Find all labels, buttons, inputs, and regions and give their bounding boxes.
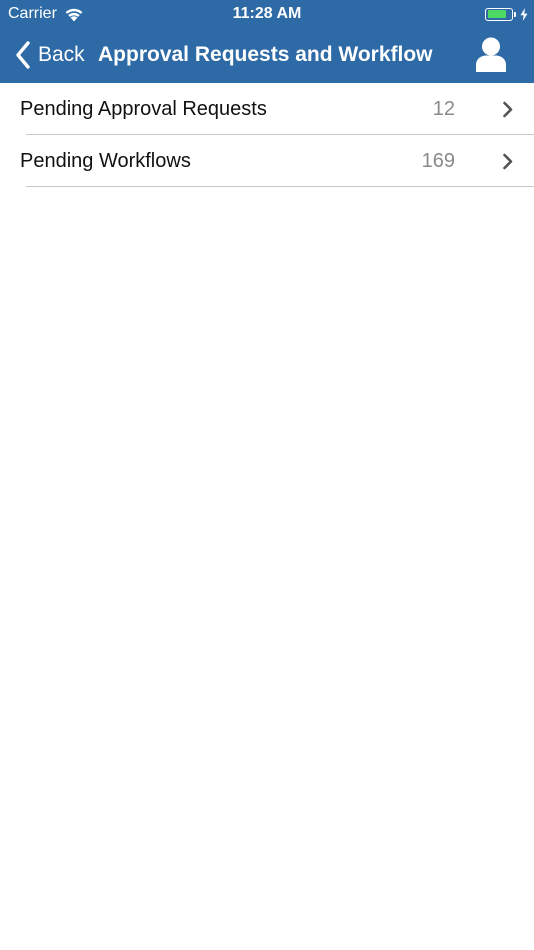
user-icon [476,37,506,72]
list-item-label: Pending Approval Requests [20,98,267,120]
list-item-label: Pending Workflows [20,150,191,172]
row-separator [26,186,534,187]
clock: 11:28 AM [232,5,302,22]
top-bar: Carrier 11:28 AM Back Approval Requests … [0,0,534,83]
list-item-pending-workflows[interactable]: Pending Workflows 169 [0,135,534,187]
profile-button[interactable] [474,36,508,72]
battery-nub [514,11,516,17]
charging-bolt-icon [520,7,528,21]
battery-group [485,5,528,23]
chevron-left-icon [16,41,30,69]
back-label: Back [38,43,85,66]
navigation-bar: Back Approval Requests and Workflow [0,28,534,83]
page-title: Approval Requests and Workflow [98,43,433,66]
list-item-count: 169 [421,150,455,172]
list-item-count: 12 [432,98,455,120]
menu-list: Pending Approval Requests 12 Pending Wor… [0,83,534,187]
chevron-right-icon [503,153,513,170]
battery-level-fill [487,10,507,18]
battery-icon [485,7,513,21]
back-button[interactable]: Back [14,39,85,71]
chevron-right-icon [503,101,513,118]
list-item-pending-approval-requests[interactable]: Pending Approval Requests 12 [0,83,534,135]
status-bar: Carrier 11:28 AM [0,0,534,28]
screen: Carrier 11:28 AM Back Approval Requests … [0,0,534,950]
